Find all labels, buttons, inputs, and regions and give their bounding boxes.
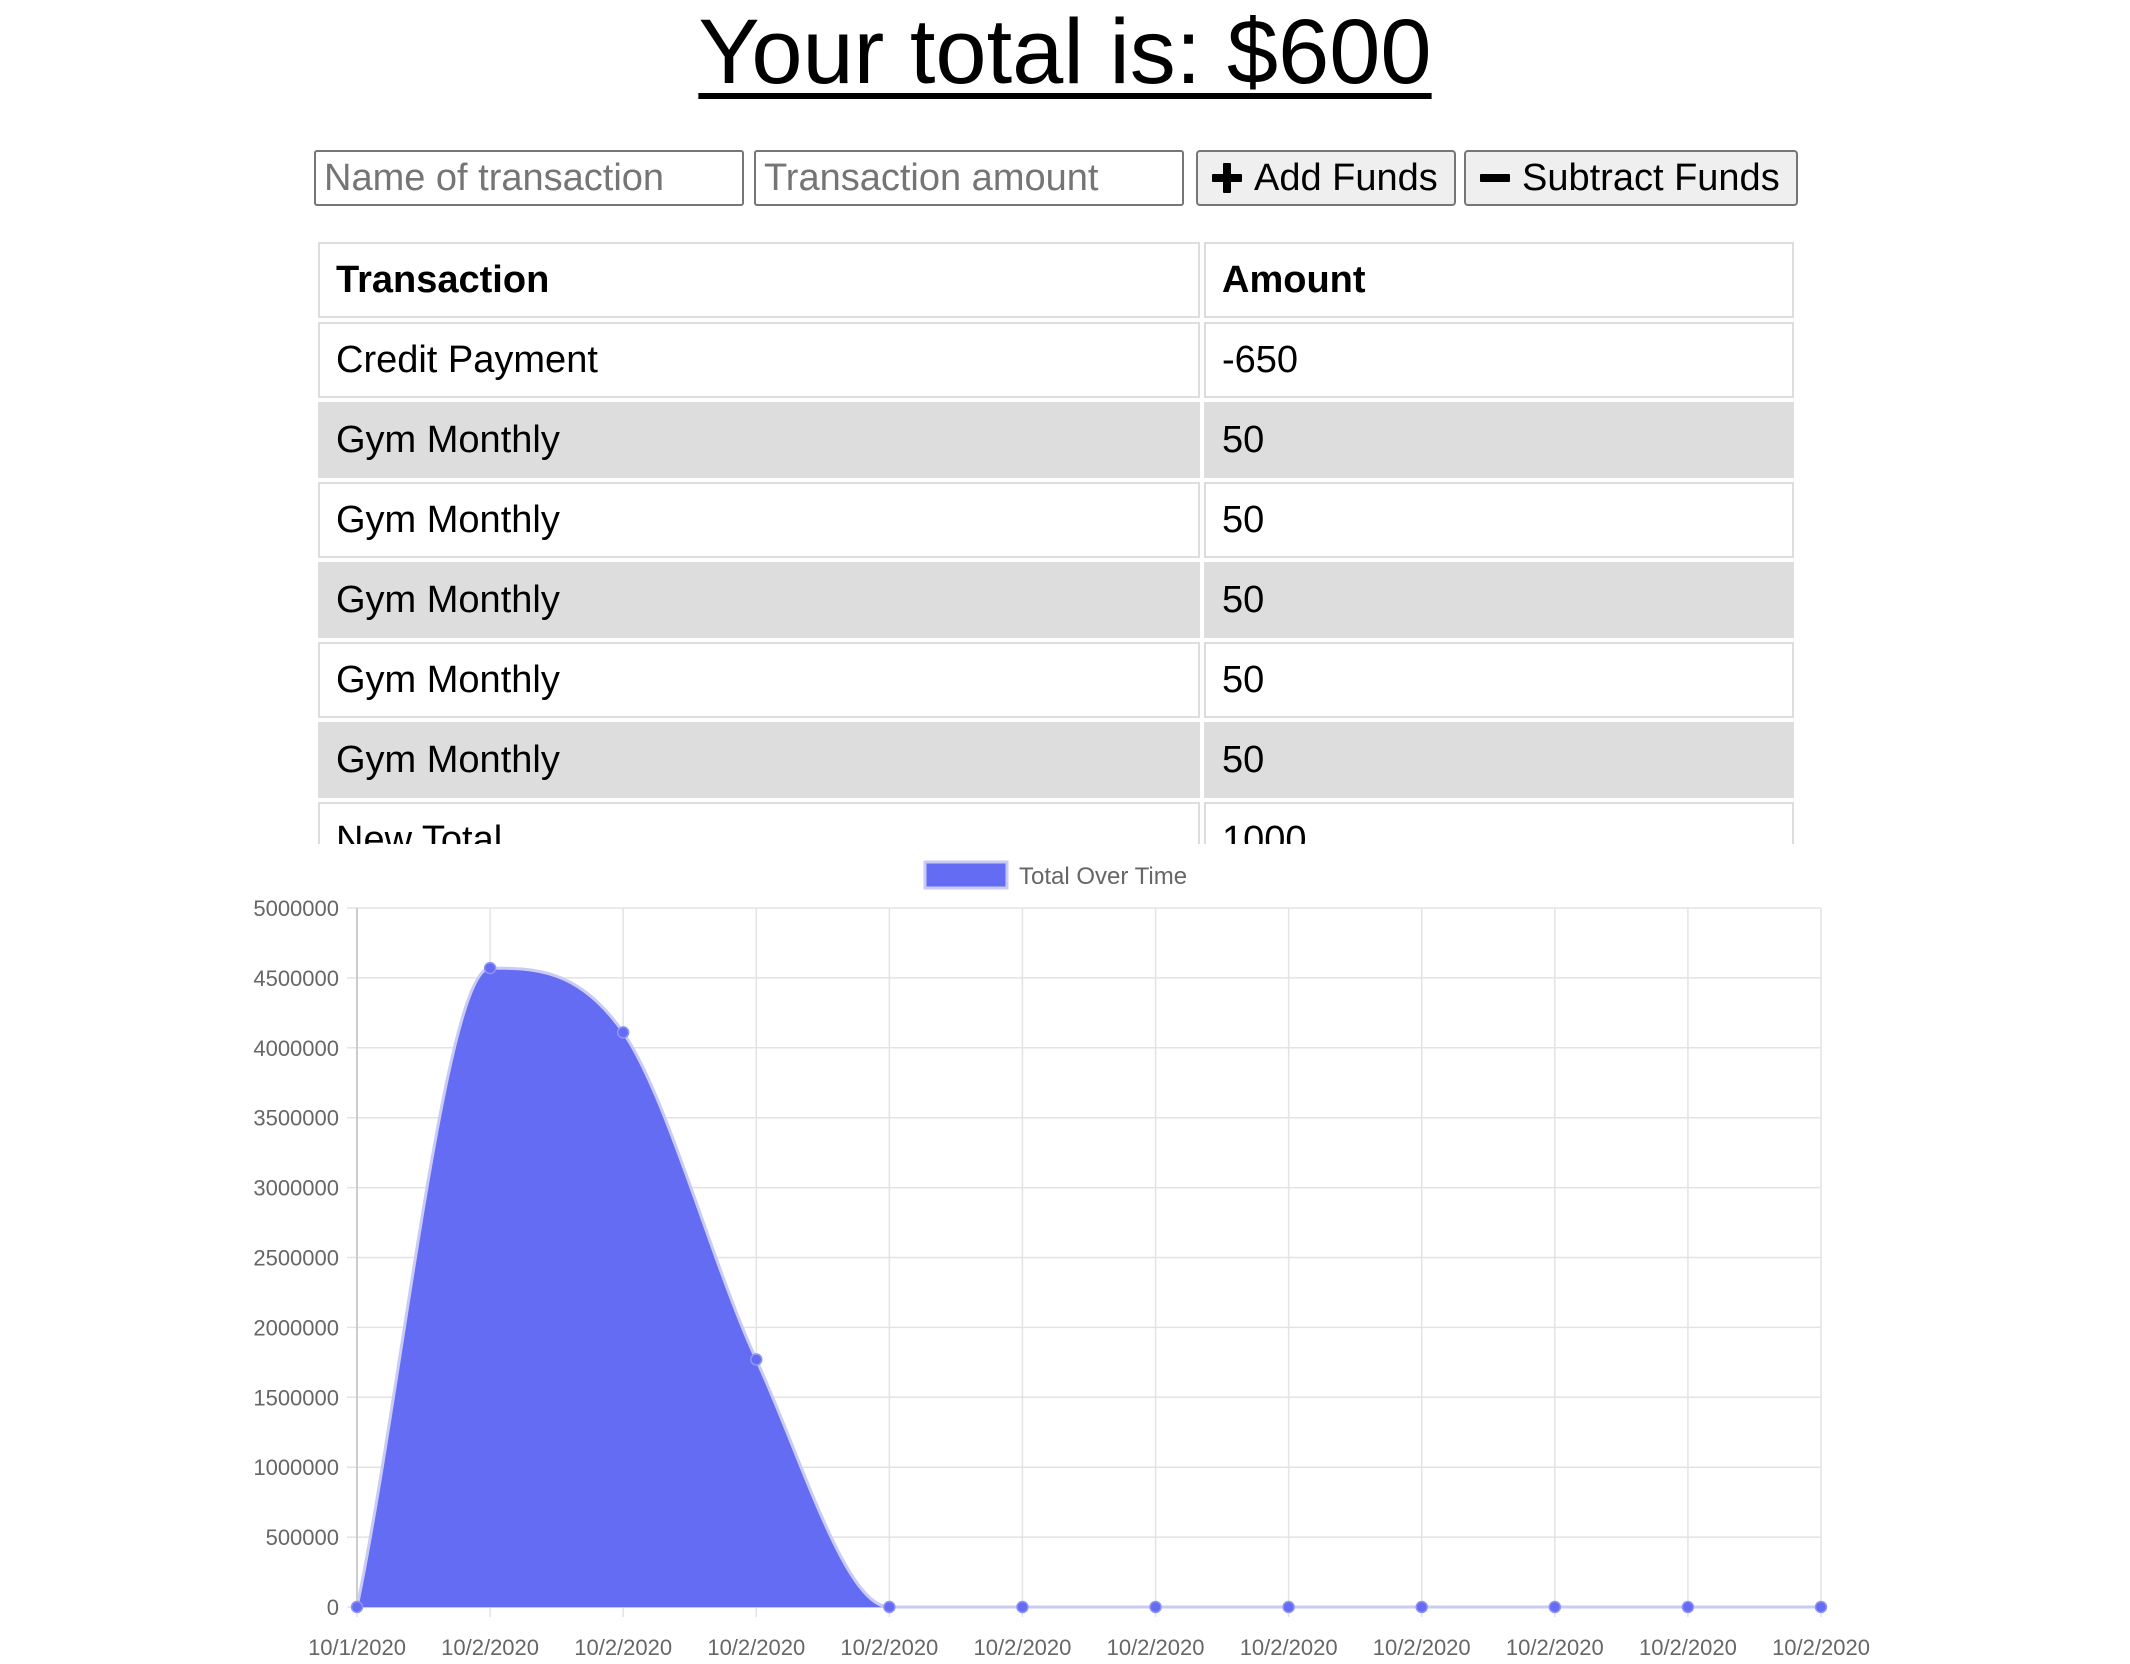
y-tick-label: 1000000 [253, 1455, 339, 1480]
data-point [1016, 1600, 1029, 1614]
table-header-row: Transaction Amount [318, 242, 1794, 318]
table-row: Gym Monthly 50 [318, 402, 1794, 478]
table-row: Gym Monthly 50 [318, 482, 1794, 558]
cell-amount: 50 [1204, 402, 1794, 478]
table-row: Credit Payment -650 [318, 322, 1794, 398]
legend-swatch [923, 860, 1009, 890]
data-point [616, 1026, 630, 1039]
subtract-funds-button[interactable]: Subtract Funds [1464, 150, 1798, 206]
x-tick-label: 10/2/2020 [707, 1635, 805, 1660]
transaction-amount-input[interactable] [754, 150, 1184, 206]
y-tick-label: 5000000 [253, 896, 339, 921]
minus-icon [1480, 163, 1510, 193]
data-point [883, 1600, 896, 1614]
cell-amount: 50 [1204, 722, 1794, 798]
plus-icon [1212, 163, 1242, 193]
x-tick-label: 10/2/2020 [974, 1635, 1072, 1660]
cell-amount: 50 [1204, 642, 1794, 718]
cell-transaction: New Total [318, 802, 1200, 844]
cell-amount: 50 [1204, 562, 1794, 638]
data-point [350, 1600, 364, 1614]
data-point [483, 961, 497, 975]
x-tick-label: 10/2/2020 [1772, 1635, 1870, 1660]
cell-amount: -650 [1204, 322, 1794, 398]
table-row: New Total 1000 [318, 802, 1794, 844]
y-tick-label: 2500000 [253, 1246, 339, 1271]
data-point [1548, 1600, 1562, 1614]
header-transaction: Transaction [318, 242, 1200, 318]
y-tick-label: 3000000 [253, 1176, 339, 1201]
header-amount: Amount [1204, 242, 1794, 318]
x-tick-label: 10/2/2020 [1639, 1635, 1737, 1660]
add-funds-button[interactable]: Add Funds [1196, 150, 1456, 206]
cell-transaction: Gym Monthly [318, 482, 1200, 558]
cell-transaction: Gym Monthly [318, 642, 1200, 718]
y-tick-label: 2000000 [253, 1315, 339, 1340]
x-tick-label: 10/2/2020 [441, 1635, 539, 1660]
total-heading: Your total is: $600 [0, 0, 2130, 102]
table-row: Gym Monthly 50 [318, 722, 1794, 798]
x-tick-label: 10/2/2020 [1107, 1635, 1205, 1660]
add-funds-label: Add Funds [1254, 156, 1438, 199]
table-row: Gym Monthly 50 [318, 642, 1794, 718]
chart-svg: 0 500000 1000000 1500000 2000000 2500000 30000… [253, 860, 1870, 1660]
transactions-table: Transaction Amount Credit Payment -650 Gy… [314, 242, 1798, 844]
cell-transaction: Gym Monthly [318, 562, 1200, 638]
y-tick-label: 500000 [266, 1525, 339, 1550]
data-point [750, 1353, 763, 1366]
x-tick-label: 10/2/2020 [1373, 1635, 1471, 1660]
legend-label: Total Over Time [1019, 863, 1187, 890]
total-label: Your total is: $ [698, 1, 1279, 103]
series-area [357, 968, 1821, 1607]
subtract-funds-label: Subtract Funds [1522, 156, 1780, 199]
cell-amount: 50 [1204, 482, 1794, 558]
y-tick-label: 0 [327, 1595, 339, 1620]
y-tick-label: 4500000 [253, 966, 339, 991]
data-point [1415, 1600, 1428, 1614]
x-tick-label: 10/2/2020 [574, 1635, 672, 1660]
y-tick-label: 4000000 [253, 1036, 339, 1061]
x-tick-label: 10/2/2020 [1240, 1635, 1338, 1660]
y-tick-label: 3500000 [253, 1106, 339, 1131]
cell-amount: 1000 [1204, 802, 1794, 844]
y-tick-label: 1500000 [253, 1385, 339, 1410]
cell-transaction: Gym Monthly [318, 722, 1200, 798]
transactions-table-viewport[interactable]: Transaction Amount Credit Payment -650 Gy… [314, 242, 1798, 844]
x-tick-label: 10/2/2020 [840, 1635, 938, 1660]
x-tick-label: 10/2/2020 [1506, 1635, 1604, 1660]
transaction-name-input[interactable] [314, 150, 744, 206]
x-tick-label: 10/1/2020 [308, 1635, 406, 1660]
total-value: 600 [1278, 1, 1432, 103]
cell-transaction: Credit Payment [318, 322, 1200, 398]
data-point [1282, 1600, 1295, 1614]
table-row: Gym Monthly 50 [318, 562, 1794, 638]
cell-transaction: Gym Monthly [318, 402, 1200, 478]
data-point [1814, 1600, 1828, 1614]
data-point [1681, 1600, 1695, 1614]
data-point [1149, 1600, 1162, 1614]
total-over-time-chart: 0 500000 1000000 1500000 2000000 2500000 30000… [0, 850, 2130, 1664]
